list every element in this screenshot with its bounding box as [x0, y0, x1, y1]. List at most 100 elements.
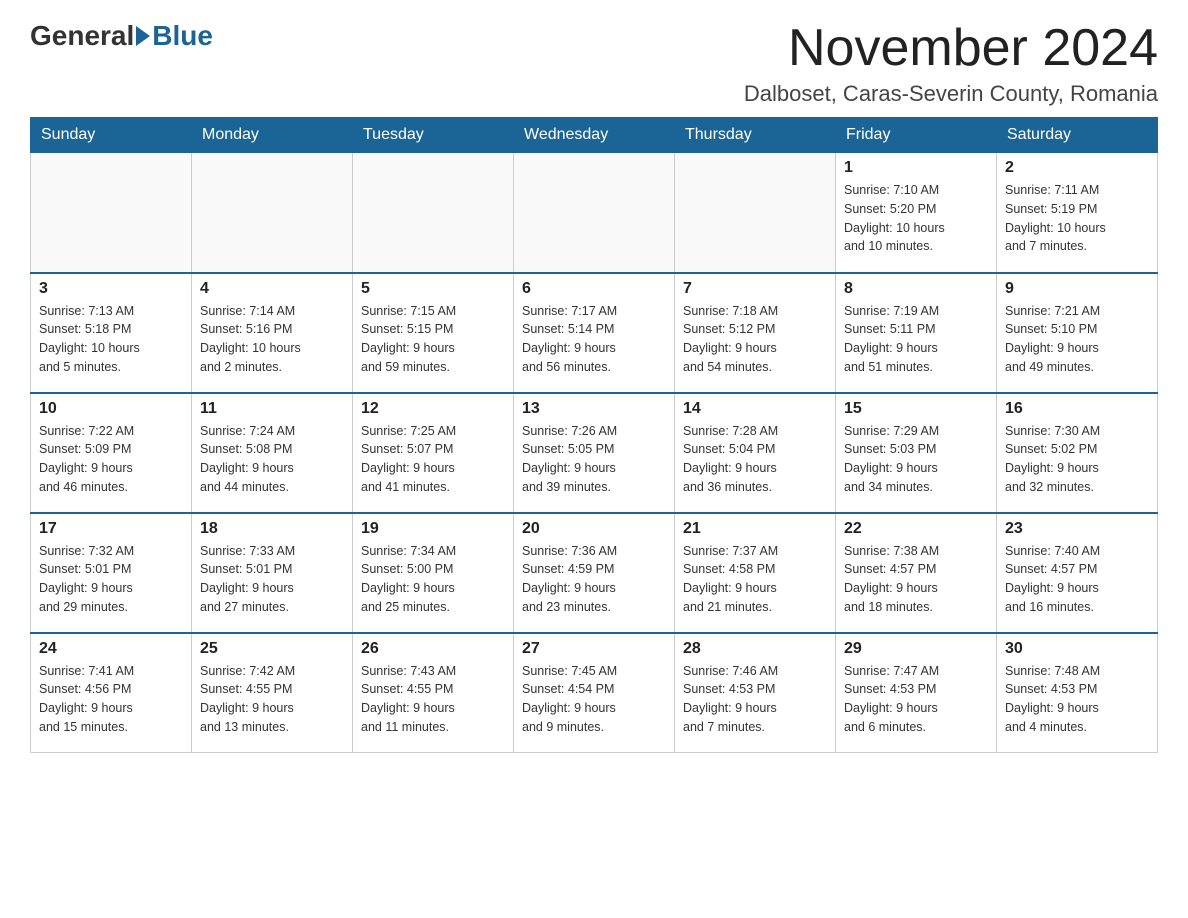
title-block: November 2024 Dalboset, Caras-Severin Co…: [744, 20, 1158, 107]
day-info: Sunrise: 7:42 AMSunset: 4:55 PMDaylight:…: [200, 662, 344, 737]
calendar-cell: 18Sunrise: 7:33 AMSunset: 5:01 PMDayligh…: [192, 513, 353, 633]
day-info: Sunrise: 7:24 AMSunset: 5:08 PMDaylight:…: [200, 422, 344, 497]
calendar-cell: 14 Sunrise: 7:28 AMSunset: 5:04 PMDayligh…: [675, 393, 836, 513]
day-info: Sunrise: 7:26 AMSunset: 5:05 PMDaylight:…: [522, 422, 666, 497]
calendar-cell: 12 Sunrise: 7:25 AMSunset: 5:07 PMDayligh…: [353, 393, 514, 513]
calendar-cell: 4 Sunrise: 7:14 AMSunset: 5:16 PMDaylight…: [192, 273, 353, 393]
day-number: 21: [683, 520, 827, 538]
calendar-cell: 24 Sunrise: 7:41 AMSunset: 4:56 PMDayligh…: [31, 633, 192, 753]
calendar-cell: 16 Sunrise: 7:30 AMSunset: 5:02 PMDayligh…: [997, 393, 1158, 513]
day-info: Sunrise: 7:10 AMSunset: 5:20 PMDaylight:…: [844, 181, 988, 256]
day-number: 26: [361, 640, 505, 658]
weekday-header-sunday: Sunday: [31, 118, 192, 153]
weekday-header-friday: Friday: [836, 118, 997, 153]
day-info: Sunrise: 7:17 AMSunset: 5:14 PMDaylight:…: [522, 302, 666, 377]
day-number: 10: [39, 400, 183, 418]
day-info: Sunrise: 7:48 AMSunset: 4:53 PMDaylight:…: [1005, 662, 1149, 737]
calendar-cell: 25 Sunrise: 7:42 AMSunset: 4:55 PMDayligh…: [192, 633, 353, 753]
weekday-header-thursday: Thursday: [675, 118, 836, 153]
day-info: Sunrise: 7:47 AMSunset: 4:53 PMDaylight:…: [844, 662, 988, 737]
calendar-cell: 9Sunrise: 7:21 AMSunset: 5:10 PMDaylight…: [997, 273, 1158, 393]
calendar-cell: 26 Sunrise: 7:43 AMSunset: 4:55 PMDayligh…: [353, 633, 514, 753]
calendar-cell: 13 Sunrise: 7:26 AMSunset: 5:05 PMDayligh…: [514, 393, 675, 513]
weekday-header-wednesday: Wednesday: [514, 118, 675, 153]
day-number: 24: [39, 640, 183, 658]
day-number: 23: [1005, 520, 1149, 538]
calendar-cell: 5Sunrise: 7:15 AMSunset: 5:15 PMDaylight…: [353, 273, 514, 393]
logo-arrow-icon: [136, 26, 150, 46]
logo-blue: Blue: [152, 20, 213, 52]
calendar-week-row: 3 Sunrise: 7:13 AMSunset: 5:18 PMDaylight…: [31, 273, 1158, 393]
day-info: Sunrise: 7:25 AMSunset: 5:07 PMDaylight:…: [361, 422, 505, 497]
day-number: 18: [200, 520, 344, 538]
calendar-cell: 29Sunrise: 7:47 AMSunset: 4:53 PMDayligh…: [836, 633, 997, 753]
calendar-week-row: 1Sunrise: 7:10 AMSunset: 5:20 PMDaylight…: [31, 153, 1158, 273]
day-info: Sunrise: 7:32 AMSunset: 5:01 PMDaylight:…: [39, 542, 183, 617]
calendar-week-row: 10 Sunrise: 7:22 AMSunset: 5:09 PMDayligh…: [31, 393, 1158, 513]
weekday-header-saturday: Saturday: [997, 118, 1158, 153]
day-info: Sunrise: 7:22 AMSunset: 5:09 PMDaylight:…: [39, 422, 183, 497]
day-number: 25: [200, 640, 344, 658]
day-number: 28: [683, 640, 827, 658]
day-number: 7: [683, 280, 827, 298]
day-info: Sunrise: 7:30 AMSunset: 5:02 PMDaylight:…: [1005, 422, 1149, 497]
day-info: Sunrise: 7:11 AMSunset: 5:19 PMDaylight:…: [1005, 181, 1149, 256]
logo-general: General: [30, 20, 134, 52]
day-info: Sunrise: 7:21 AMSunset: 5:10 PMDaylight:…: [1005, 302, 1149, 377]
day-info: Sunrise: 7:14 AMSunset: 5:16 PMDaylight:…: [200, 302, 344, 377]
day-info: Sunrise: 7:45 AMSunset: 4:54 PMDaylight:…: [522, 662, 666, 737]
calendar-cell: [192, 153, 353, 273]
day-info: Sunrise: 7:13 AMSunset: 5:18 PMDaylight:…: [39, 302, 183, 377]
calendar-cell: 17Sunrise: 7:32 AMSunset: 5:01 PMDayligh…: [31, 513, 192, 633]
calendar-cell: 19 Sunrise: 7:34 AMSunset: 5:00 PMDayligh…: [353, 513, 514, 633]
day-info: Sunrise: 7:29 AMSunset: 5:03 PMDaylight:…: [844, 422, 988, 497]
calendar-cell: [514, 153, 675, 273]
day-info: Sunrise: 7:36 AMSunset: 4:59 PMDaylight:…: [522, 542, 666, 617]
calendar-cell: 8 Sunrise: 7:19 AMSunset: 5:11 PMDaylight…: [836, 273, 997, 393]
calendar-cell: 22 Sunrise: 7:38 AMSunset: 4:57 PMDayligh…: [836, 513, 997, 633]
calendar-cell: [353, 153, 514, 273]
day-number: 15: [844, 400, 988, 418]
day-info: Sunrise: 7:37 AMSunset: 4:58 PMDaylight:…: [683, 542, 827, 617]
day-number: 2: [1005, 159, 1149, 177]
day-number: 14: [683, 400, 827, 418]
calendar-cell: 23Sunrise: 7:40 AMSunset: 4:57 PMDayligh…: [997, 513, 1158, 633]
month-year-title: November 2024: [744, 20, 1158, 77]
day-number: 6: [522, 280, 666, 298]
day-number: 22: [844, 520, 988, 538]
day-number: 5: [361, 280, 505, 298]
day-info: Sunrise: 7:28 AMSunset: 5:04 PMDaylight:…: [683, 422, 827, 497]
day-info: Sunrise: 7:43 AMSunset: 4:55 PMDaylight:…: [361, 662, 505, 737]
day-info: Sunrise: 7:46 AMSunset: 4:53 PMDaylight:…: [683, 662, 827, 737]
day-number: 12: [361, 400, 505, 418]
calendar-cell: 2 Sunrise: 7:11 AMSunset: 5:19 PMDaylight…: [997, 153, 1158, 273]
day-number: 27: [522, 640, 666, 658]
day-number: 3: [39, 280, 183, 298]
day-info: Sunrise: 7:38 AMSunset: 4:57 PMDaylight:…: [844, 542, 988, 617]
calendar-cell: [31, 153, 192, 273]
calendar-cell: 7Sunrise: 7:18 AMSunset: 5:12 PMDaylight…: [675, 273, 836, 393]
calendar-cell: 1Sunrise: 7:10 AMSunset: 5:20 PMDaylight…: [836, 153, 997, 273]
day-number: 11: [200, 400, 344, 418]
day-info: Sunrise: 7:19 AMSunset: 5:11 PMDaylight:…: [844, 302, 988, 377]
logo: General Blue: [30, 20, 213, 52]
calendar-week-row: 17Sunrise: 7:32 AMSunset: 5:01 PMDayligh…: [31, 513, 1158, 633]
calendar-cell: 28 Sunrise: 7:46 AMSunset: 4:53 PMDayligh…: [675, 633, 836, 753]
calendar-week-row: 24 Sunrise: 7:41 AMSunset: 4:56 PMDayligh…: [31, 633, 1158, 753]
day-number: 8: [844, 280, 988, 298]
day-info: Sunrise: 7:41 AMSunset: 4:56 PMDaylight:…: [39, 662, 183, 737]
calendar-cell: 21 Sunrise: 7:37 AMSunset: 4:58 PMDayligh…: [675, 513, 836, 633]
day-info: Sunrise: 7:34 AMSunset: 5:00 PMDaylight:…: [361, 542, 505, 617]
day-number: 19: [361, 520, 505, 538]
logo-blue-part: Blue: [134, 20, 213, 52]
calendar-header-row: SundayMondayTuesdayWednesdayThursdayFrid…: [31, 118, 1158, 153]
calendar-cell: 27 Sunrise: 7:45 AMSunset: 4:54 PMDayligh…: [514, 633, 675, 753]
weekday-header-tuesday: Tuesday: [353, 118, 514, 153]
day-number: 4: [200, 280, 344, 298]
day-number: 16: [1005, 400, 1149, 418]
calendar-table: SundayMondayTuesdayWednesdayThursdayFrid…: [30, 117, 1158, 753]
calendar-cell: 11 Sunrise: 7:24 AMSunset: 5:08 PMDayligh…: [192, 393, 353, 513]
page-header: General Blue November 2024 Dalboset, Car…: [30, 20, 1158, 107]
day-number: 13: [522, 400, 666, 418]
calendar-cell: 3 Sunrise: 7:13 AMSunset: 5:18 PMDaylight…: [31, 273, 192, 393]
